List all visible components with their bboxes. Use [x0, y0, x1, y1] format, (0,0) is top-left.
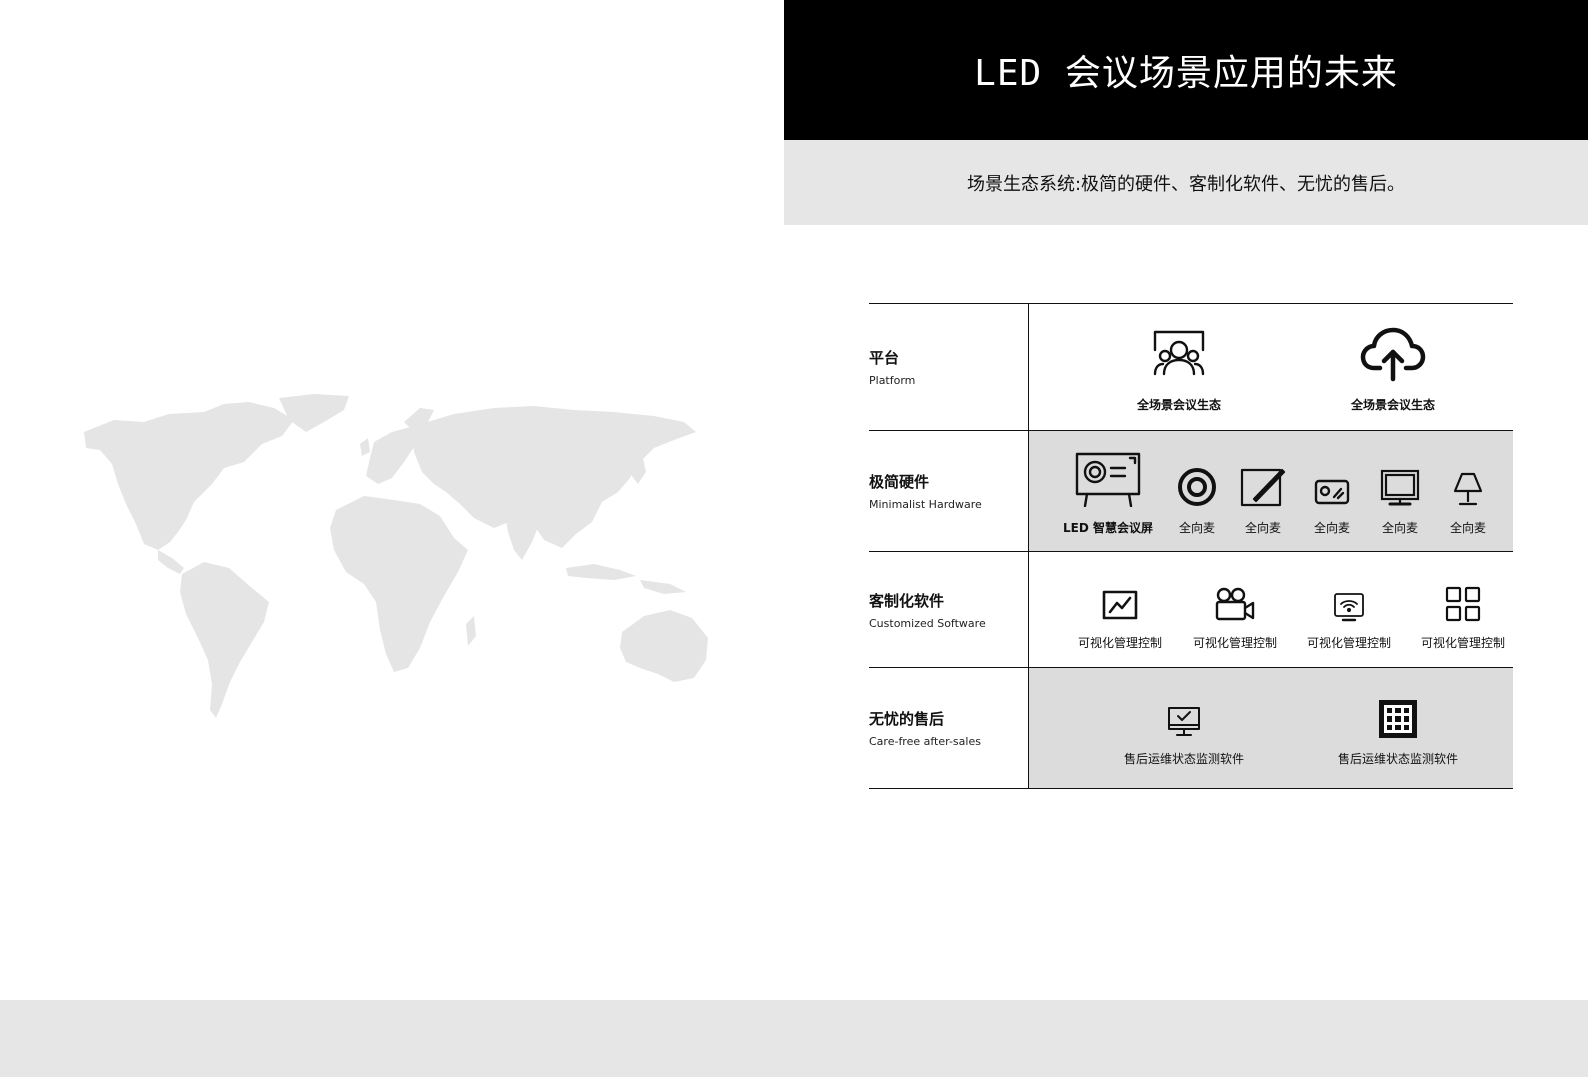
- grid-panel-icon: [1379, 700, 1417, 738]
- monitor-check-icon: [1168, 707, 1200, 736]
- footer-band: [0, 1000, 1588, 1077]
- hardware-item-2: 全向麦: [1172, 451, 1222, 536]
- platform-item-2: 全场景会议生态: [1338, 326, 1448, 413]
- row-label-cn: 平台: [869, 349, 900, 367]
- item-caption: 全场景会议生态: [1136, 398, 1221, 412]
- software-item-1: 可视化管理控制: [1075, 574, 1165, 651]
- row-software: 客制化软件 Customized Software 可视化管理控制 可视化管理控…: [869, 552, 1513, 668]
- item-caption: 全向麦: [1381, 521, 1418, 535]
- row-body: 可视化管理控制 可视化管理控制 可视化管理控制 可视化管理控制: [1029, 552, 1513, 667]
- row-label-cn: 极简硬件: [869, 473, 930, 491]
- hardware-item-6: 全向麦: [1443, 451, 1493, 536]
- control-box-icon: [1314, 479, 1350, 505]
- after-sales-item-2: 售后运维状态监测软件: [1328, 694, 1468, 767]
- line-chart-icon: [1102, 590, 1138, 620]
- ecosystem-table: 平台 Platform 全场景会议生态 全场景会议生态 极简硬件 Minimal…: [869, 303, 1513, 789]
- row-label-en: Minimalist Hardware: [869, 498, 982, 511]
- omni-mic-icon: [1178, 468, 1216, 506]
- row-body: LED 智慧会议屏 全向麦 全向麦 全向麦 全向麦 全向麦: [1029, 431, 1513, 551]
- row-label-cn: 无忧的售后: [869, 710, 945, 728]
- platform-item-1: 全场景会议生态: [1124, 326, 1234, 413]
- row-label: 客制化软件 Customized Software: [869, 552, 1029, 667]
- led-display-icon: [1075, 452, 1141, 507]
- row-after-sales: 无忧的售后 Care-free after-sales 售后运维状态监测软件 售…: [869, 668, 1513, 789]
- row-label-en: Platform: [869, 374, 916, 387]
- page-title: LED 会议场景应用的未来: [974, 53, 1398, 94]
- subtitle-text: 场景生态系统:极简的硬件、客制化软件、无忧的售后。: [966, 173, 1406, 195]
- hardware-item-3: 全向麦: [1238, 451, 1288, 536]
- row-label-en: Care-free after-sales: [869, 735, 981, 748]
- world-map-area: [0, 0, 784, 1000]
- item-caption: 售后运维状态监测软件: [1123, 752, 1244, 766]
- item-caption: 全向麦: [1244, 521, 1281, 535]
- item-caption: 可视化管理控制: [1077, 636, 1162, 650]
- item-caption: 全场景会议生态: [1350, 398, 1435, 412]
- row-label: 平台 Platform: [869, 304, 1029, 430]
- hardware-item-5: 全向麦: [1375, 451, 1425, 536]
- world-map-icon: [84, 394, 708, 718]
- software-item-3: 可视化管理控制: [1304, 574, 1394, 651]
- software-item-4: 可视化管理控制: [1418, 574, 1508, 651]
- row-label: 极简硬件 Minimalist Hardware: [869, 431, 1029, 551]
- row-hardware: 极简硬件 Minimalist Hardware LED 智慧会议屏 全向麦 全…: [869, 431, 1513, 552]
- item-caption: 可视化管理控制: [1306, 636, 1391, 650]
- row-label: 无忧的售后 Care-free after-sales: [869, 668, 1029, 788]
- users-screen-icon: [1153, 330, 1205, 376]
- pen-tablet-icon: [1240, 468, 1286, 507]
- item-caption: 可视化管理控制: [1420, 636, 1505, 650]
- video-camera-icon: [1215, 587, 1255, 621]
- row-platform: 平台 Platform 全场景会议生态 全场景会议生态: [869, 304, 1513, 431]
- item-caption: 售后运维状态监测软件: [1337, 752, 1458, 766]
- software-item-2: 可视化管理控制: [1190, 574, 1280, 651]
- cloud-upload-icon: [1360, 327, 1426, 382]
- wifi-screen-icon: [1334, 593, 1364, 622]
- subtitle-bar: 场景生态系统:极简的硬件、客制化软件、无忧的售后。: [784, 140, 1588, 225]
- grid-apps-icon: [1445, 586, 1481, 622]
- item-caption: 全向麦: [1449, 521, 1486, 535]
- hardware-item-1: LED 智慧会议屏: [1053, 451, 1163, 536]
- header-bar: LED 会议场景应用的未来: [784, 0, 1588, 140]
- desk-lamp-icon: [1453, 472, 1483, 506]
- item-caption: 全向麦: [1313, 521, 1350, 535]
- after-sales-item-1: 售后运维状态监测软件: [1114, 694, 1254, 767]
- monitor-icon: [1380, 469, 1420, 506]
- row-body: 售后运维状态监测软件 售后运维状态监测软件: [1029, 668, 1513, 788]
- row-body: 全场景会议生态 全场景会议生态: [1029, 304, 1513, 430]
- item-caption: 可视化管理控制: [1192, 636, 1277, 650]
- row-label-en: Customized Software: [869, 616, 986, 630]
- item-caption: LED 智慧会议屏: [1063, 521, 1153, 535]
- hardware-item-4: 全向麦: [1307, 451, 1357, 536]
- item-caption: 全向麦: [1178, 521, 1215, 535]
- row-label-cn: 客制化软件: [869, 591, 945, 610]
